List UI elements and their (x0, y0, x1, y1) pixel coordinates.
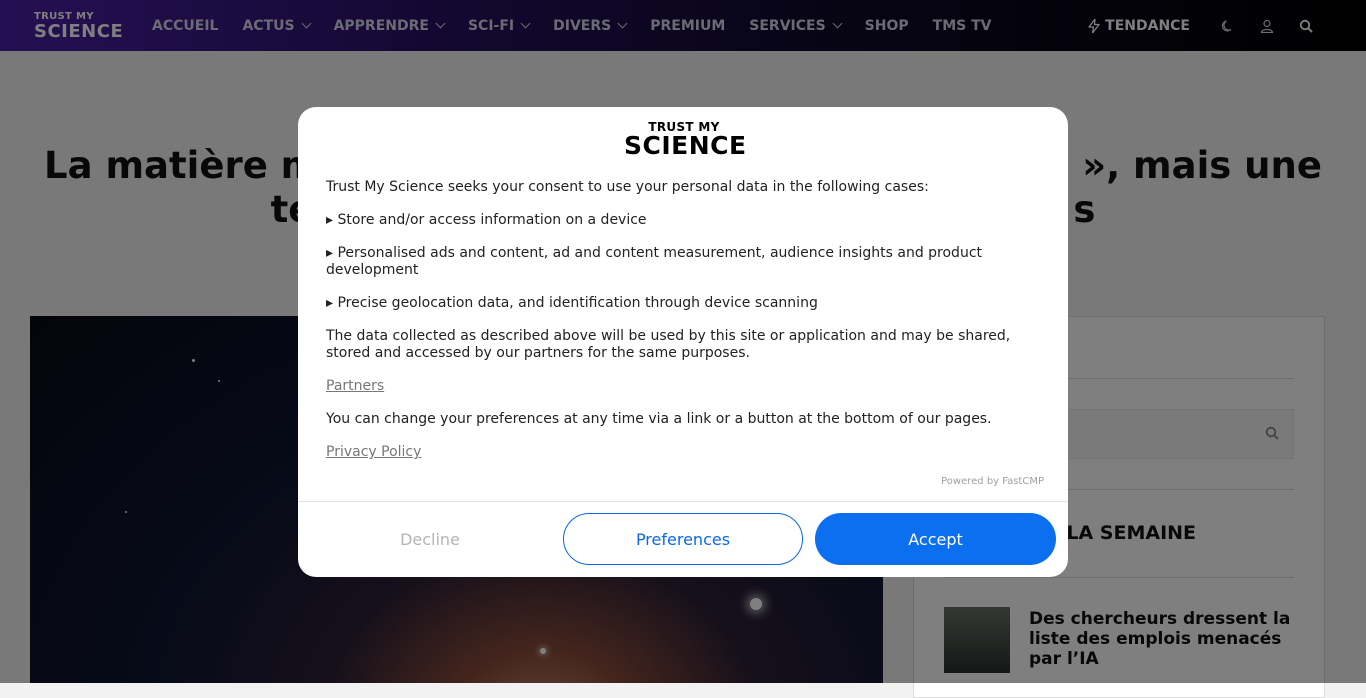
accept-button[interactable]: Accept (815, 513, 1056, 565)
decline-button[interactable]: Decline (316, 513, 544, 565)
powered-by[interactable]: Powered by FastCMP (941, 476, 1044, 487)
purpose-item: ▸ Precise geolocation data, and identifi… (326, 295, 818, 311)
privacy-policy-link[interactable]: Privacy Policy (326, 444, 421, 460)
purpose-item: ▸ Personalised ads and content, ad and c… (326, 245, 983, 278)
sharing-text: The data collected as described above wi… (326, 328, 1011, 361)
consent-intro: Trust My Science seeks your consent to u… (326, 179, 929, 195)
logo-line2: SCIENCE (624, 131, 747, 160)
divider (298, 501, 1068, 502)
purpose-item: ▸ Store and/or access information on a d… (326, 212, 647, 228)
partners-link[interactable]: Partners (326, 378, 384, 394)
change-preferences-text: You can change your preferences at any t… (326, 411, 992, 427)
consent-dialog: TRUST MY SCIENCE Trust My Science seeks … (298, 107, 1068, 577)
dialog-logo: TRUST MY SCIENCE (624, 121, 747, 163)
preferences-button[interactable]: Preferences (563, 513, 803, 565)
consent-text: Trust My Science seeks your consent to u… (326, 179, 1026, 477)
